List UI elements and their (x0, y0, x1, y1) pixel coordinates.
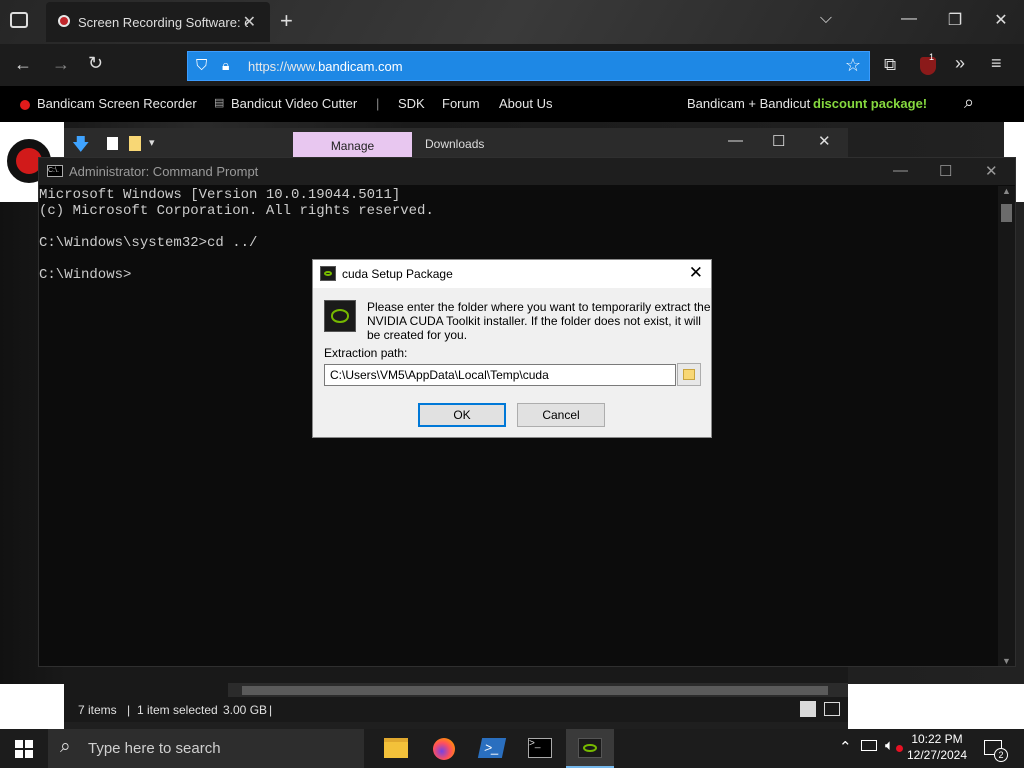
search-icon: ⌕ (60, 736, 71, 757)
menu-icon[interactable]: ≡ (991, 53, 1002, 74)
promo-text[interactable]: Bandicam + Bandicut (687, 96, 810, 111)
bandicam-favicon-icon (58, 15, 70, 27)
firefox-icon (433, 738, 455, 760)
tab-manage[interactable]: Manage (293, 132, 412, 158)
cmd-title: Administrator: Command Prompt (69, 164, 259, 179)
site-header: Bandicam Screen Recorder ▤ Bandicut Vide… (0, 86, 1024, 122)
nav-sdk[interactable]: SDK (398, 96, 425, 111)
tab-close-icon[interactable]: ✕ (243, 12, 256, 32)
new-tab-button[interactable]: + (280, 8, 293, 34)
dialog-title: cuda Setup Package (342, 267, 453, 281)
browse-folder-button[interactable] (677, 363, 701, 386)
cmd-title-bar: C:\. Administrator: Command Prompt — ☐ ✕ (39, 158, 1015, 185)
shield-icon: ⛉ (196, 57, 208, 74)
browser-tab[interactable]: Screen Recording Software: cap ✕ (46, 2, 270, 42)
cmd-scrollbar-thumb[interactable] (1001, 204, 1012, 222)
status-separator: | (127, 703, 131, 717)
taskbar-firefox[interactable] (420, 729, 468, 768)
promo-highlight[interactable]: discount package! (813, 96, 927, 111)
explorer-horizontal-scrollbar[interactable] (228, 683, 848, 697)
status-selected: 1 item selected (137, 703, 218, 717)
status-item-count: 7 items (78, 703, 117, 717)
minimize-button[interactable]: — (886, 10, 932, 28)
clock-date: 12/27/2024 (906, 748, 968, 762)
nvidia-logo-icon (324, 300, 356, 332)
ok-button[interactable]: OK (418, 403, 506, 427)
cmd-maximize-button[interactable]: ☐ (939, 162, 952, 180)
lock-icon: 🔒︎ (222, 57, 230, 73)
explorer-status-bar: 7 items | 1 item selected 3.00 GB | (64, 698, 848, 722)
explorer-minimize-button[interactable]: — (728, 132, 743, 149)
status-size: 3.00 GB (223, 703, 268, 717)
scroll-down-icon[interactable]: ▼ (1002, 656, 1011, 666)
volume-muted-icon[interactable]: 🔈︎ (885, 737, 894, 754)
start-windows-icon[interactable] (15, 740, 33, 758)
folder-icon (384, 738, 408, 758)
cmd-scrollbar[interactable]: ▲ ▼ (998, 186, 1015, 666)
scrollbar-thumb[interactable] (242, 686, 828, 695)
site-search-icon[interactable]: ⌕ (964, 92, 974, 113)
taskbar-clock[interactable]: 10:22 PM 12/27/2024 (902, 731, 972, 763)
large-icons-view-icon[interactable] (824, 702, 840, 716)
restore-button[interactable]: ❐ (932, 10, 978, 30)
cmd-close-button[interactable]: ✕ (985, 162, 998, 180)
properties-icon[interactable] (107, 137, 118, 150)
nvidia-icon (578, 738, 602, 758)
scroll-up-icon[interactable]: ▲ (1002, 186, 1011, 196)
taskbar-search-box[interactable]: ⌕ Type here to search (48, 729, 364, 768)
folder-icon (683, 369, 695, 380)
forward-icon[interactable]: → (52, 54, 70, 75)
explorer-maximize-button[interactable]: ☐ (772, 132, 785, 150)
back-icon[interactable]: ← (14, 54, 32, 75)
bookmark-star-icon[interactable]: ☆ (845, 55, 861, 76)
cmd-minimize-button[interactable]: — (893, 162, 908, 179)
nav-forum[interactable]: Forum (442, 96, 480, 111)
url-domain: bandicam.com (318, 59, 403, 74)
extensions-icon[interactable]: ⧉ (884, 55, 896, 75)
tab-title: Screen Recording Software: cap (78, 15, 248, 30)
quick-access-dropdown-icon[interactable]: ▾ (149, 136, 155, 149)
new-folder-icon[interactable] (129, 136, 141, 151)
network-icon[interactable] (861, 740, 877, 751)
nav-about[interactable]: About Us (499, 96, 552, 111)
dialog-title-bar: cuda Setup Package ✕ (313, 260, 711, 288)
more-tools-icon[interactable]: » (955, 53, 965, 74)
dialog-message: Please enter the folder where you want t… (367, 300, 711, 342)
nav-bandicut[interactable]: Bandicut Video Cutter (231, 96, 357, 111)
site-footer-white (0, 684, 64, 729)
bandicam-dot-icon (20, 100, 30, 110)
extension-badge: 1 (929, 52, 935, 62)
taskbar-terminal[interactable]: >_ (516, 729, 564, 768)
taskbar-file-explorer[interactable] (372, 729, 420, 768)
taskbar-powershell[interactable]: >_ (468, 729, 516, 768)
terminal-icon: >_ (528, 738, 552, 758)
status-separator: | (269, 703, 273, 717)
search-placeholder: Type here to search (88, 740, 221, 757)
dialog-close-icon[interactable]: ✕ (689, 263, 703, 283)
tab-list-dropdown-icon[interactable]: ⌵ (803, 10, 849, 28)
powershell-icon: >_ (477, 738, 507, 758)
url-prefix: https://www. (248, 59, 319, 74)
reload-icon[interactable]: ↻ (88, 53, 103, 74)
tab-downloads[interactable]: Downloads (425, 137, 484, 151)
close-window-button[interactable]: ✕ (978, 10, 1024, 30)
extraction-path-label: Extraction path: (324, 346, 408, 360)
nvidia-small-icon (320, 266, 336, 281)
tab-list-icon[interactable] (10, 12, 28, 28)
nav-separator: | (376, 96, 380, 111)
clock-time: 10:22 PM (911, 732, 963, 746)
url-bar[interactable]: ⛉ 🔒︎ https://www.bandicam.com ☆ (187, 51, 870, 81)
tray-chevron-icon[interactable]: ⌃ (839, 738, 852, 756)
cmd-icon: C:\. (47, 165, 63, 177)
bandicut-icon: ▤ (214, 97, 225, 109)
taskbar-nvidia-installer[interactable] (566, 729, 614, 768)
nav-bandicam[interactable]: Bandicam Screen Recorder (37, 96, 197, 111)
details-view-icon[interactable] (800, 701, 816, 717)
explorer-close-button[interactable]: ✕ (818, 132, 831, 150)
site-footer-white-right (848, 684, 1024, 729)
extraction-path-input[interactable]: C:\Users\VM5\AppData\Local\Temp\cuda (324, 364, 676, 386)
cancel-button[interactable]: Cancel (517, 403, 605, 427)
notification-count-badge: 2 (994, 748, 1008, 762)
